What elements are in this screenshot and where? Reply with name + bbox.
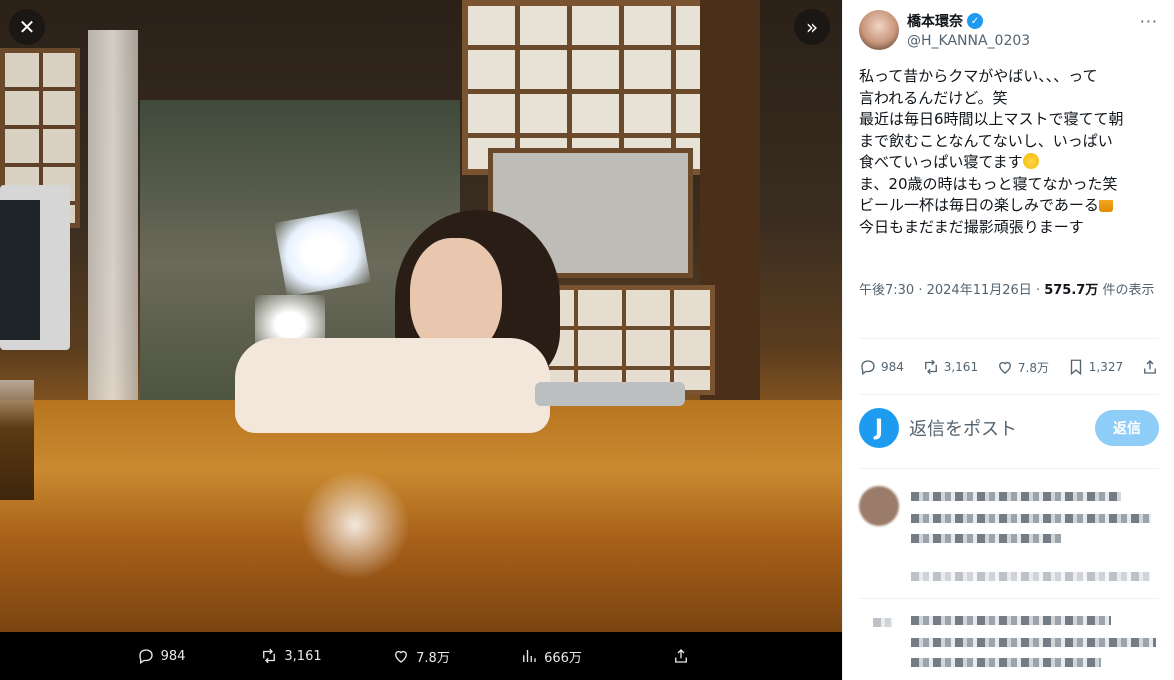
tweet-line: ビール一杯は毎日の楽しみであーる	[859, 196, 1099, 214]
retweet-icon	[263, 648, 276, 664]
reply-avatar	[859, 486, 899, 526]
blurred-reply-text	[911, 534, 1061, 543]
blurred-reply[interactable]	[859, 486, 1159, 596]
tweet-line: まで飲むことなんてないし、いっぱい	[859, 131, 1113, 150]
divider	[859, 394, 1159, 395]
stat-likes[interactable]: 7.8万	[996, 358, 1049, 376]
verified-badge-icon: ✓	[967, 13, 983, 29]
blurred-reply-header	[911, 616, 1111, 625]
photo-lamp	[274, 208, 371, 297]
share-icon	[675, 649, 687, 663]
tweet-time[interactable]: 午後7:30	[859, 283, 914, 298]
chevrons-right-icon: »	[805, 15, 819, 39]
stat-likes-count: 7.8万	[1017, 360, 1049, 375]
stat-replies-count: 984	[881, 360, 904, 374]
retweet-count: 3,161	[284, 648, 322, 664]
media-action-bar: 984 3,161 7.8万 666万	[0, 632, 842, 680]
photo-table-reflection	[300, 470, 410, 580]
blurred-reply[interactable]	[859, 612, 1159, 680]
tweet-line: ま、20歳の時はもっと寝てなかった笑	[859, 174, 1118, 193]
reply-action[interactable]: 984	[96, 647, 226, 665]
tweet-view-label: 件の表示	[1102, 283, 1155, 298]
views-action[interactable]: 666万	[486, 647, 616, 666]
author-name[interactable]: 橋本環奈	[907, 11, 963, 31]
expand-panel-button[interactable]: »	[794, 9, 830, 45]
photo-curtain	[88, 30, 138, 450]
divider	[859, 468, 1159, 469]
bookmark-icon	[1070, 359, 1081, 376]
tweet-line: 私って昔からクマがやばい、、、って	[859, 67, 1098, 85]
close-button[interactable]: ✕	[9, 9, 45, 45]
tweet-text: 私って昔からクマがやばい、、、って 言われるんだけど。笑 最近は毎日6時間以上マ…	[859, 66, 1163, 238]
retweet-icon	[924, 359, 937, 375]
tweet-line: 最近は毎日6時間以上マストで寝てて朝	[859, 110, 1124, 128]
tweet-date[interactable]: 2024年11月26日	[927, 283, 1032, 298]
stat-replies[interactable]: 984	[859, 358, 904, 376]
beer-mug-emoji-icon	[1098, 196, 1113, 212]
tweet-meta: 午後7:30 · 2024年11月26日 · 575.7万 件の表示	[859, 283, 1155, 298]
close-icon: ✕	[18, 15, 36, 39]
like-icon	[395, 650, 408, 663]
blurred-reply-actions	[911, 572, 1151, 581]
tweet-photo[interactable]	[0, 0, 842, 632]
reply-input[interactable]: 返信をポスト	[909, 415, 1095, 441]
tweet-line: 食べていっぱい寝てます	[859, 153, 1023, 171]
photo-glass-cup	[0, 380, 34, 500]
divider	[859, 598, 1159, 599]
blurred-reply-text	[911, 514, 1151, 523]
reply-composer: J 返信をポスト 返信	[859, 404, 1159, 452]
media-viewer: ✕ » 984 3,161 7.8万 666万	[0, 0, 842, 680]
stat-bookmarks-count: 1,327	[1088, 360, 1124, 374]
share-icon	[1144, 360, 1156, 374]
blurred-reply-avatar	[873, 618, 893, 627]
like-action[interactable]: 7.8万	[356, 647, 486, 666]
tweet-line: 今日もまだまだ撮影頑張りまーす	[859, 217, 1084, 236]
tweet-detail-panel: 橋本環奈 ✓ @H_KANNA_0203 ··· 私って昔からクマがやばい、、、…	[842, 0, 1174, 680]
stat-retweets[interactable]: 3,161	[922, 358, 978, 376]
reply-user-avatar[interactable]: J	[859, 408, 899, 448]
smiling-face-emoji-icon	[1022, 153, 1039, 169]
tweet-stats: 984 3,161 7.8万 1,327	[859, 344, 1159, 390]
tweet-author[interactable]: 橋本環奈 ✓ @H_KANNA_0203	[859, 10, 1030, 50]
photo-tv-screen	[0, 200, 40, 340]
more-icon: ···	[1139, 12, 1158, 31]
blurred-reply-header	[911, 492, 1121, 501]
like-count: 7.8万	[416, 650, 450, 666]
reply-count: 984	[160, 648, 186, 664]
author-handle[interactable]: @H_KANNA_0203	[907, 33, 1030, 49]
reply-submit-button[interactable]: 返信	[1095, 410, 1159, 446]
stat-bookmarks[interactable]: 1,327	[1067, 358, 1123, 376]
photo-remote	[535, 382, 685, 406]
photo-person-arms	[235, 338, 550, 433]
retweet-action[interactable]: 3,161	[226, 647, 356, 665]
photo-table	[0, 400, 842, 632]
views-count: 666万	[544, 650, 582, 666]
share-action[interactable]	[616, 647, 746, 665]
tweet-line: 言われるんだけど。笑	[859, 88, 1008, 107]
reply-icon	[138, 649, 153, 665]
author-avatar[interactable]	[859, 10, 899, 50]
blurred-reply-text	[911, 638, 1156, 647]
more-options-button[interactable]: ···	[1140, 12, 1158, 31]
stat-share[interactable]	[1141, 358, 1159, 376]
like-icon	[998, 361, 1011, 374]
stat-retweets-count: 3,161	[943, 360, 979, 374]
divider	[859, 338, 1159, 339]
blurred-reply-text	[911, 658, 1101, 667]
views-icon	[523, 650, 536, 662]
tweet-view-count: 575.7万	[1044, 283, 1099, 298]
reply-icon	[861, 360, 875, 376]
